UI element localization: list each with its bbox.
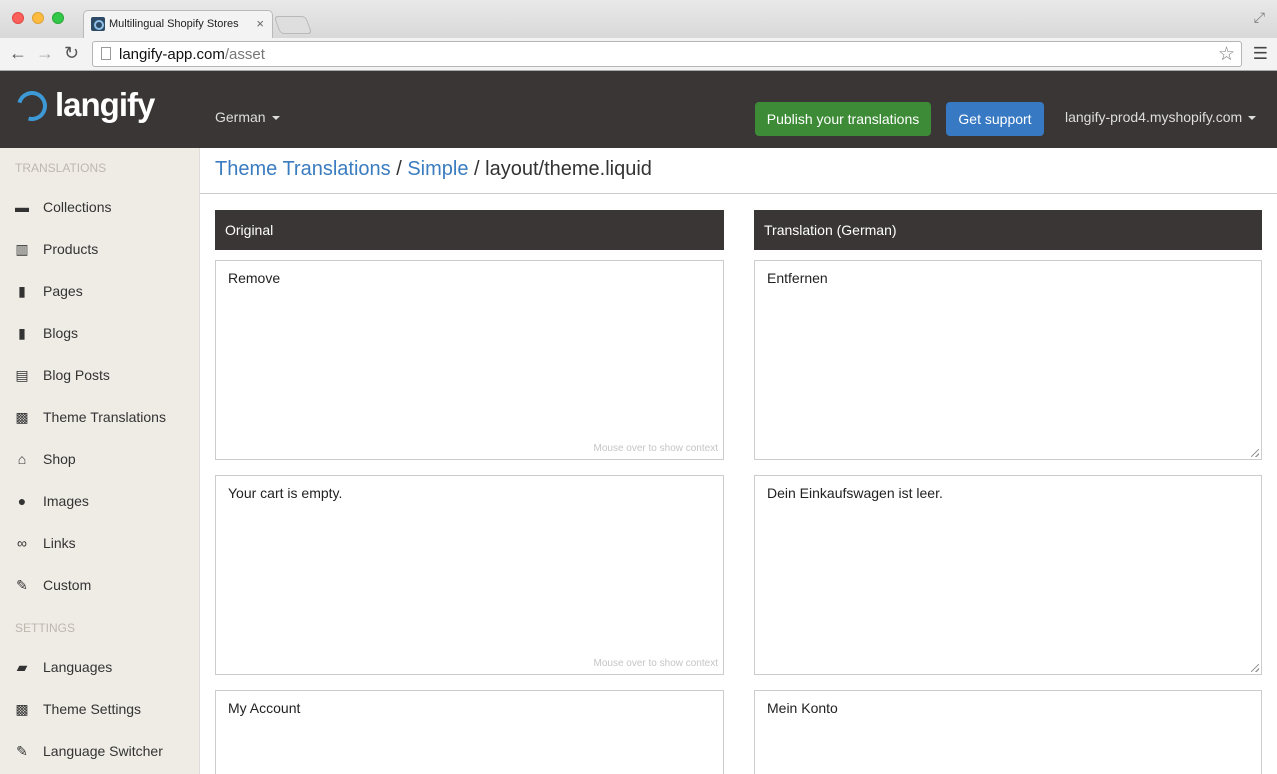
breadcrumb-theme-translations[interactable]: Theme Translations <box>215 158 391 180</box>
sidebar-item-products[interactable]: ▥ Products <box>0 234 200 264</box>
picture-icon: ▩ <box>15 409 29 425</box>
sidebar-item-label: Theme Translations <box>43 409 166 425</box>
sidebar-item-label: Links <box>43 535 76 551</box>
sidebar-item-label: Theme Settings <box>43 701 142 717</box>
tab-title: Multilingual Shopify Stores <box>109 18 239 30</box>
breadcrumb-simple[interactable]: Simple <box>407 158 468 180</box>
file-icon: ▮ <box>18 283 26 299</box>
translation-textarea[interactable]: Mein Konto <box>754 690 1262 774</box>
caret-down-icon <box>271 116 280 121</box>
sidebar: TRANSLATIONS ▬ Collections ▥ Products ▮ … <box>0 148 200 774</box>
sidebar-heading-settings: SETTINGS <box>15 621 76 635</box>
sidebar-item-label: Images <box>43 493 89 509</box>
edit-icon: ✎ <box>16 577 28 593</box>
sidebar-item-label: Collections <box>43 199 112 215</box>
sidebar-item-custom[interactable]: ✎ Custom <box>0 570 200 600</box>
caret-down-icon <box>1248 116 1257 121</box>
comment-icon: ▰ <box>16 659 28 675</box>
close-window-button[interactable] <box>12 12 24 24</box>
publish-translations-button[interactable]: Publish your translations <box>755 102 931 136</box>
breadcrumb: Theme Translations / Simple / layout/the… <box>215 158 652 181</box>
favicon-icon <box>91 17 105 31</box>
minimize-window-button[interactable] <box>32 12 44 24</box>
sidebar-item-label: Language Switcher <box>43 743 163 759</box>
original-text-box: Remove Mouse over to show context <box>215 260 724 460</box>
get-support-button[interactable]: Get support <box>946 102 1044 136</box>
drop-icon: ● <box>17 493 27 509</box>
forward-icon[interactable]: → <box>36 43 54 64</box>
sidebar-item-theme-settings[interactable]: ▩ Theme Settings <box>0 694 200 724</box>
translation-text: Entfernen <box>767 270 828 286</box>
reload-icon[interactable]: ↻ <box>64 43 79 64</box>
sidebar-item-pages[interactable]: ▮ Pages <box>0 276 200 306</box>
original-column-header: Original <box>215 210 724 250</box>
sidebar-item-theme-translations[interactable]: ▩ Theme Translations <box>0 402 200 432</box>
barcode-icon: ▥ <box>15 241 29 257</box>
browser-toolbar: ← → ↻ langify-app.com/asset ☆ ☰ <box>0 38 1277 71</box>
back-icon[interactable]: ← <box>9 43 27 64</box>
sidebar-item-label: Custom <box>43 577 92 593</box>
sidebar-item-languages[interactable]: ▰ Languages <box>0 652 200 682</box>
resize-grip-icon[interactable] <box>1251 664 1259 672</box>
resize-grip-icon[interactable] <box>1251 449 1259 457</box>
picture-icon: ▩ <box>15 701 29 717</box>
logo-text: langify <box>55 86 155 123</box>
original-text: My Account <box>228 700 301 716</box>
translation-text: Mein Konto <box>767 700 838 716</box>
sidebar-heading-translations: TRANSLATIONS <box>15 161 107 175</box>
language-dropdown[interactable]: German <box>215 109 280 125</box>
sidebar-item-label: Shop <box>43 451 76 467</box>
list-icon: ▤ <box>15 367 29 383</box>
zoom-window-button[interactable] <box>52 12 64 24</box>
sidebar-item-label: Products <box>43 241 99 257</box>
breadcrumb-current: layout/theme.liquid <box>485 158 652 180</box>
translation-textarea[interactable]: Entfernen <box>754 260 1262 460</box>
sidebar-item-label: Pages <box>43 283 83 299</box>
book-icon: ▮ <box>18 325 26 341</box>
bookmark-star-icon[interactable]: ☆ <box>1218 43 1235 66</box>
fullscreen-icon[interactable]: ⤢ <box>1254 9 1265 26</box>
sidebar-item-collections[interactable]: ▬ Collections <box>0 192 200 222</box>
sidebar-item-label: Blog Posts <box>43 367 110 383</box>
link-icon: ∞ <box>17 535 27 551</box>
sidebar-item-shop[interactable]: ⌂ Shop <box>0 444 200 474</box>
browser-tab[interactable]: Multilingual Shopify Stores × <box>83 10 273 38</box>
context-hint[interactable]: Mouse over to show context <box>593 658 718 669</box>
original-text-box: My Account <box>215 690 724 774</box>
translation-column-header: Translation (German) <box>754 210 1262 250</box>
folder-icon: ▬ <box>15 199 29 215</box>
home-icon: ⌂ <box>17 451 27 467</box>
sidebar-item-images[interactable]: ● Images <box>0 486 200 516</box>
url-text: langify-app.com/asset <box>119 46 265 63</box>
browser-titlebar: Multilingual Shopify Stores × ⤢ <box>0 0 1277 38</box>
sidebar-item-links[interactable]: ∞ Links <box>0 528 200 558</box>
shop-dropdown[interactable]: langify-prod4.myshopify.com <box>1065 109 1257 125</box>
original-text: Remove <box>228 270 281 286</box>
page-icon <box>101 47 111 60</box>
address-bar[interactable]: langify-app.com/asset ☆ <box>92 41 1242 67</box>
sidebar-item-language-switcher[interactable]: ✎ Language Switcher <box>0 736 200 766</box>
divider <box>200 193 1277 194</box>
translation-text: Dein Einkaufswagen ist leer. <box>767 485 943 501</box>
breadcrumb-separator: / <box>474 158 480 180</box>
sidebar-item-blog-posts[interactable]: ▤ Blog Posts <box>0 360 200 390</box>
new-tab-button[interactable] <box>273 16 313 34</box>
sidebar-item-label: Blogs <box>43 325 79 341</box>
browser-menu-icon[interactable]: ☰ <box>1253 44 1268 64</box>
original-text: Your cart is empty. <box>228 485 343 501</box>
translation-textarea[interactable]: Dein Einkaufswagen ist leer. <box>754 475 1262 675</box>
original-text-box: Your cart is empty. Mouse over to show c… <box>215 475 724 675</box>
sidebar-item-label: Languages <box>43 659 113 675</box>
sidebar-item-blogs[interactable]: ▮ Blogs <box>0 318 200 348</box>
breadcrumb-separator: / <box>396 158 402 180</box>
pencil-icon: ✎ <box>16 743 28 759</box>
close-tab-icon[interactable]: × <box>256 16 264 31</box>
context-hint[interactable]: Mouse over to show context <box>593 443 718 454</box>
